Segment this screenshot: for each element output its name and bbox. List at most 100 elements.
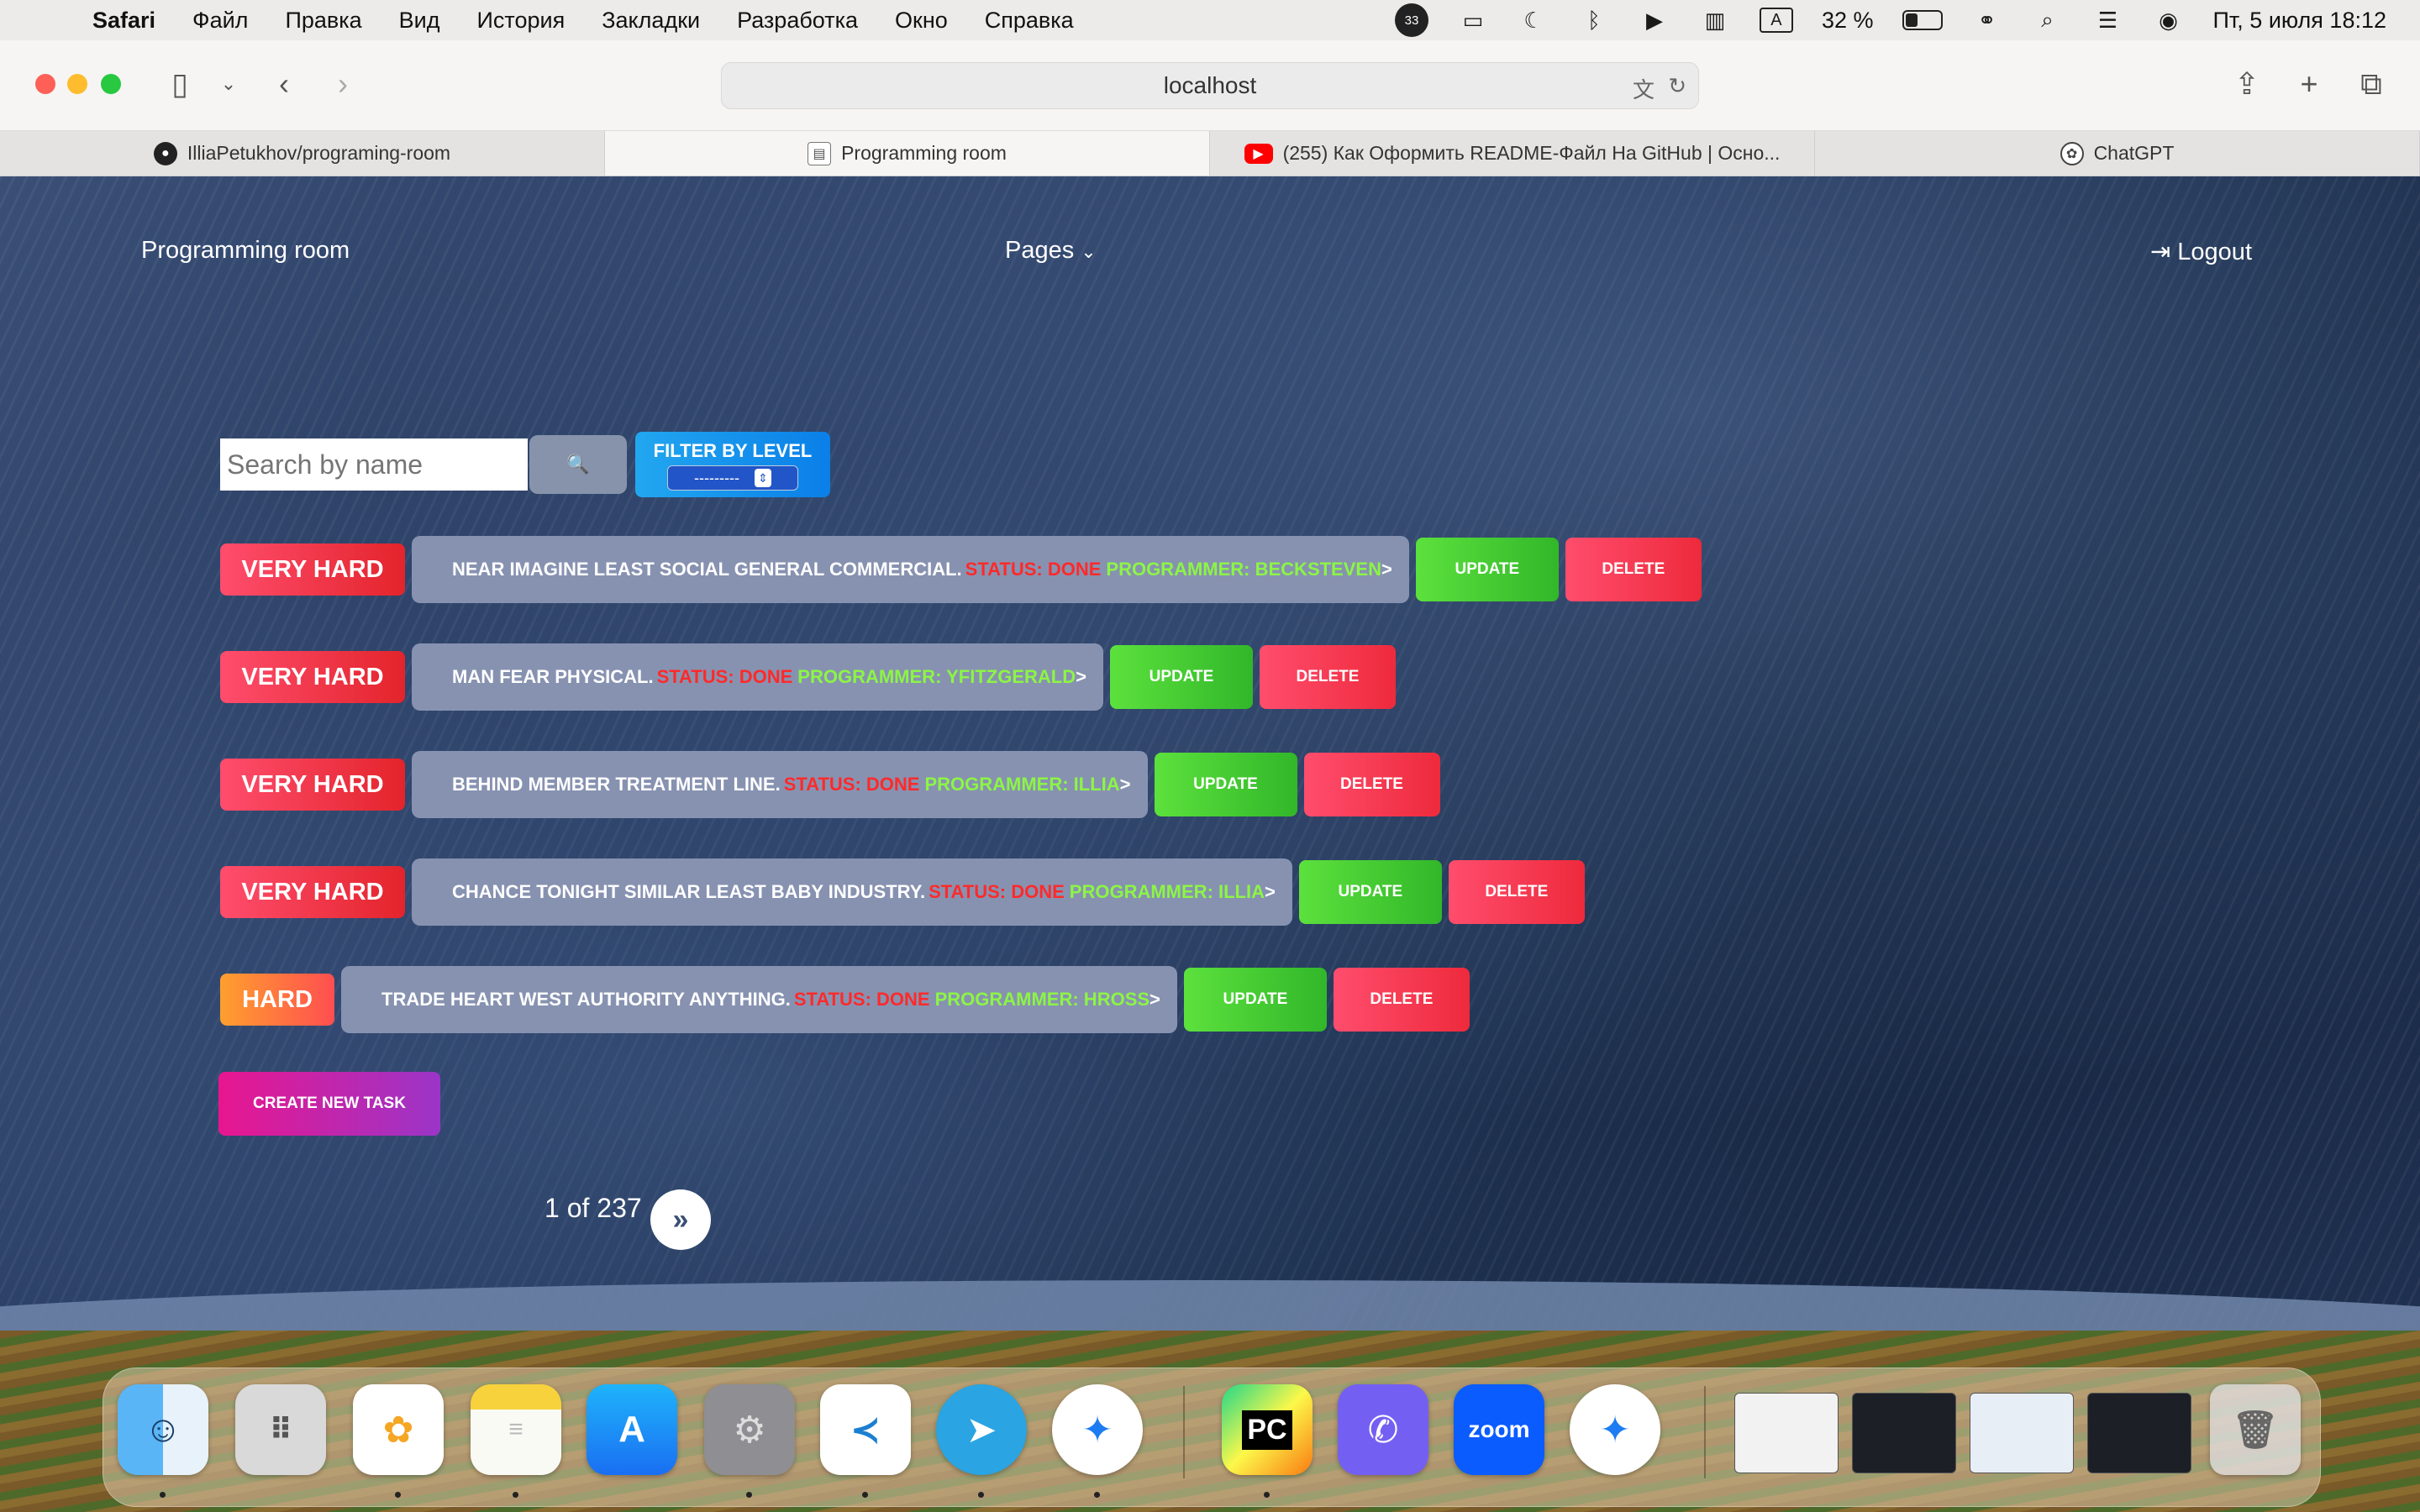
safari-alt-icon[interactable]: ✦	[1570, 1384, 1660, 1475]
keyboard-layout-icon[interactable]: A	[1759, 8, 1793, 33]
telegram-icon[interactable]: ➤	[936, 1384, 1027, 1475]
next-page-button[interactable]: »	[650, 1189, 711, 1250]
tab-chatgpt[interactable]: ✿ ChatGPT	[1815, 131, 2420, 176]
window-thumbnail-pycharm[interactable]	[1852, 1393, 1956, 1473]
tab-github[interactable]: ● IlliaPetukhov/programing-room	[0, 131, 605, 176]
menu-bookmarks[interactable]: Закладки	[602, 8, 700, 34]
tab-youtube[interactable]: ▶ (255) Как Оформить README-Файл На GitH…	[1210, 131, 1815, 176]
spotlight-search-icon[interactable]: ⌕	[2032, 7, 2064, 33]
search-button[interactable]: 🔍	[529, 435, 627, 494]
translate-icon[interactable]: 文	[1633, 73, 1655, 104]
safari-icon[interactable]: ✦	[1052, 1384, 1143, 1475]
task-link[interactable]: NEAR IMAGINE LEAST SOCIAL GENERAL COMMER…	[412, 536, 1409, 603]
update-button[interactable]: UPDATE	[1109, 645, 1253, 709]
tab-programming-room[interactable]: ▤ Programming room	[605, 131, 1210, 176]
sidebar-toggle-icon[interactable]: ▯	[161, 66, 198, 102]
update-button[interactable]: UPDATE	[1154, 753, 1297, 816]
system-settings-icon[interactable]: ⚙	[704, 1384, 795, 1475]
task-link[interactable]: TRADE HEART WEST AUTHORITY ANYTHING. STA…	[341, 966, 1177, 1033]
menu-app-name[interactable]: Safari	[92, 8, 155, 34]
display-icon[interactable]: ▭	[1457, 8, 1489, 33]
app-store-icon[interactable]: A	[587, 1384, 677, 1475]
address-bar[interactable]: localhost 文 ↻	[721, 62, 1699, 109]
menu-history[interactable]: История	[477, 8, 566, 34]
task-row: VERY HARD MAN FEAR PHYSICAL. STATUS: DON…	[220, 643, 1396, 711]
window-thumbnail-settings[interactable]	[1734, 1393, 1839, 1473]
forward-icon[interactable]: ›	[324, 66, 361, 102]
window-thumbnail-vscode[interactable]	[2087, 1393, 2191, 1473]
menu-view[interactable]: Вид	[399, 8, 440, 34]
notification-badge-icon[interactable]: 33	[1394, 3, 1428, 37]
delete-button[interactable]: DELETE	[1303, 753, 1440, 816]
select-arrows-icon: ⇕	[754, 469, 771, 487]
moon-icon[interactable]: ☾	[1518, 8, 1549, 33]
pycharm-icon[interactable]: PC	[1222, 1384, 1313, 1475]
minimize-window-button[interactable]	[67, 74, 87, 94]
create-new-task-button[interactable]: CREATE NEW TASK	[218, 1072, 440, 1136]
task-programmer: PROGRAMMER: HROSS	[934, 989, 1150, 1010]
task-status: STATUS: DONE	[929, 881, 1065, 902]
notes-icon[interactable]: ≡	[471, 1384, 561, 1475]
menu-develop[interactable]: Разработка	[737, 8, 858, 34]
task-suffix: >	[1265, 881, 1276, 902]
running-indicator	[1094, 1492, 1100, 1498]
fullscreen-window-button[interactable]	[101, 74, 121, 94]
memory-icon[interactable]: ▥	[1699, 8, 1731, 33]
battery-percent: 32 %	[1821, 7, 1874, 33]
site-icon: ▤	[808, 141, 832, 165]
nav-pages-dropdown[interactable]: Pages ⌄	[1005, 237, 1097, 265]
update-button[interactable]: UPDATE	[1298, 860, 1442, 924]
tab-label: Programming room	[841, 142, 1007, 164]
menu-help[interactable]: Справка	[985, 8, 1074, 34]
zoom-icon[interactable]: zoom	[1454, 1384, 1544, 1475]
window-thumbnail-browser[interactable]	[1970, 1393, 2074, 1473]
task-link[interactable]: MAN FEAR PHYSICAL. STATUS: DONE PROGRAMM…	[412, 643, 1103, 711]
play-icon[interactable]: ▶	[1639, 8, 1670, 33]
task-link[interactable]: BEHIND MEMBER TREATMENT LINE. STATUS: DO…	[412, 751, 1148, 818]
finder-icon[interactable]: ☺	[118, 1384, 208, 1475]
share-icon[interactable]: ⇪	[2228, 66, 2265, 102]
new-tab-icon[interactable]: +	[2291, 66, 2328, 102]
launchpad-icon[interactable]: ⠿	[235, 1384, 326, 1475]
update-button[interactable]: UPDATE	[1415, 538, 1559, 601]
viber-icon[interactable]: ✆	[1338, 1384, 1428, 1475]
delete-button[interactable]: DELETE	[1333, 968, 1470, 1032]
task-link[interactable]: CHANCE TONIGHT SIMILAR LEAST BABY INDUST…	[412, 858, 1292, 926]
running-indicator	[978, 1492, 984, 1498]
tab-overview-icon[interactable]: ⧉	[2353, 66, 2390, 102]
menu-edit[interactable]: Правка	[285, 8, 361, 34]
delete-button[interactable]: DELETE	[1448, 860, 1585, 924]
close-window-button[interactable]	[35, 74, 55, 94]
filter-by-level[interactable]: FILTER BY LEVEL --------- ⇕	[635, 432, 830, 497]
reload-icon[interactable]: ↻	[1668, 73, 1686, 99]
task-row: VERY HARD BEHIND MEMBER TREATMENT LINE. …	[220, 751, 1440, 818]
search-input[interactable]	[220, 438, 528, 491]
chevron-down-icon[interactable]: ⌄	[210, 66, 247, 102]
bluetooth-icon[interactable]: ᛒ	[1578, 8, 1610, 33]
menu-clock[interactable]: Пт, 5 июля 18:12	[2213, 8, 2386, 34]
level-select[interactable]: --------- ⇕	[667, 465, 798, 491]
control-center-icon[interactable]: ☰	[2092, 8, 2124, 33]
logout-link[interactable]: ⇥ Logout	[2150, 237, 2252, 266]
task-programmer: PROGRAMMER: ILLIA	[924, 774, 1120, 795]
delete-button[interactable]: DELETE	[1259, 645, 1396, 709]
back-icon[interactable]: ‹	[266, 66, 302, 102]
level-badge: VERY HARD	[220, 759, 405, 811]
delete-button[interactable]: DELETE	[1565, 538, 1702, 601]
vscode-icon[interactable]: ≺	[820, 1384, 911, 1475]
menu-file[interactable]: Файл	[192, 8, 248, 34]
menu-window[interactable]: Окно	[895, 8, 948, 34]
pycharm-label: PC	[1242, 1410, 1292, 1450]
siri-icon[interactable]: ◉	[2153, 8, 2185, 33]
logout-label: Logout	[2177, 239, 2252, 265]
running-indicator	[1264, 1492, 1270, 1498]
trash-icon[interactable]: 🗑	[2210, 1384, 2301, 1475]
battery-icon[interactable]	[1902, 10, 1943, 30]
youtube-icon: ▶	[1244, 143, 1273, 164]
chatgpt-icon: ✿	[2060, 141, 2084, 165]
update-button[interactable]: UPDATE	[1183, 968, 1327, 1032]
link-icon[interactable]: ⚭	[1971, 8, 2003, 33]
task-programmer: PROGRAMMER: YFITZGERALD	[797, 666, 1076, 687]
photos-icon[interactable]: ✿	[353, 1384, 444, 1475]
nav-brand-link[interactable]: Programming room	[141, 237, 350, 265]
